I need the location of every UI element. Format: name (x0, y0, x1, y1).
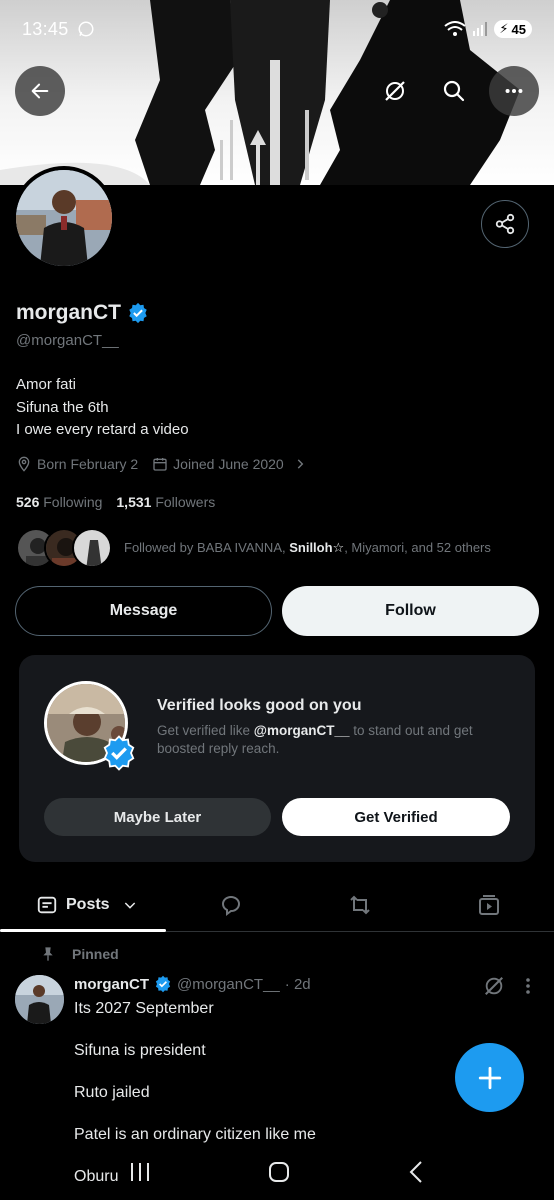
profile-tabs: Posts (0, 878, 554, 932)
tab-media[interactable] (474, 878, 504, 932)
post-timestamp: · 2d (284, 975, 311, 993)
promo-desc-prefix: Get verified like (157, 723, 254, 738)
bio-line: Sifuna the 6th (16, 398, 109, 416)
followed-by-row[interactable]: Followed by BABA IVANNA, Snilloh☆, Miyam… (16, 528, 491, 568)
followed-by-suffix: , Miyamori, and 52 others (344, 540, 491, 555)
more-vertical-icon (526, 978, 530, 994)
followers-count: 1,531 (116, 494, 152, 510)
promo-description: Get verified like @morganCT__ to stand o… (157, 722, 507, 758)
tab-posts-label: Posts (66, 896, 110, 913)
posts-icon (37, 896, 57, 914)
verified-badge-icon (155, 975, 171, 993)
profile-avatar[interactable] (12, 166, 116, 270)
search-button[interactable] (434, 71, 474, 111)
more-horizontal-icon (505, 88, 523, 94)
post-avatar[interactable] (15, 975, 64, 1024)
post-author-handle: @morganCT__ (177, 975, 280, 993)
following-link[interactable]: 526 Following (16, 494, 102, 510)
more-options-button[interactable] (489, 66, 539, 116)
bio-line: I owe every retard a video (16, 421, 189, 438)
repost-icon (350, 895, 370, 915)
plus-icon (478, 1066, 501, 1089)
compose-button[interactable] (455, 1043, 524, 1112)
battery-indicator: ⚡ 45 (494, 20, 532, 38)
profile-meta: Born February 2 Joined June 2020 (16, 456, 307, 472)
message-button[interactable]: Message (15, 586, 272, 636)
verified-badge-icon[interactable] (127, 302, 149, 324)
video-icon (479, 895, 499, 915)
follow-button[interactable]: Follow (282, 586, 539, 636)
post-author-name[interactable]: morganCT (74, 976, 149, 993)
back-button[interactable] (15, 66, 65, 116)
post-avatar-photo (15, 975, 64, 1024)
tab-active-indicator (0, 929, 166, 932)
joined-item[interactable]: Joined June 2020 (152, 456, 307, 472)
post-header: morganCT @morganCT__ · 2d (74, 975, 311, 993)
promo-desc-handle: @morganCT__ (253, 723, 350, 738)
status-time: 13:45 (22, 18, 69, 39)
following-count: 526 (16, 494, 40, 510)
home-icon[interactable] (267, 1160, 291, 1184)
post-line: Ruto jailed (74, 1084, 150, 1101)
birthday-text: Born February 2 (37, 456, 139, 472)
maybe-later-button[interactable]: Maybe Later (44, 798, 271, 836)
follower-avatar (72, 528, 112, 568)
profile-name-row: morganCT (16, 301, 149, 325)
profile-name: morganCT (16, 301, 121, 324)
calendar-icon (153, 458, 167, 471)
pin-icon (43, 947, 53, 961)
tab-posts[interactable]: Posts (36, 878, 138, 932)
grok-icon (385, 81, 405, 101)
bio-line: Amor fati (16, 376, 77, 393)
followed-by-text: Followed by BABA IVANNA, Snilloh☆, Miyam… (124, 540, 491, 556)
promo-title: Verified looks good on you (157, 697, 362, 714)
followers-label: Followers (155, 494, 216, 510)
avatar (16, 170, 112, 266)
whatsapp-icon (78, 21, 94, 37)
wifi-icon (444, 21, 467, 36)
followers-link[interactable]: 1,531 Followers (116, 494, 215, 510)
followed-by-bold: Snilloh☆ (289, 540, 345, 555)
location-pin-icon (18, 456, 30, 472)
battery-level: 45 (511, 21, 526, 37)
share-icon (495, 213, 515, 235)
pinned-text: Pinned (72, 946, 119, 962)
status-bar: 13:45 ⚡ 45 (0, 0, 554, 58)
profile-bio: Amor fati Sifuna the 6th I owe every ret… (16, 374, 189, 442)
signal-icon (473, 22, 488, 36)
get-verified-button[interactable]: Get Verified (282, 798, 510, 836)
follow-counts: 526 Following 1,531 Followers (16, 494, 215, 510)
chevron-down-icon (124, 902, 135, 909)
arrow-left-icon (31, 83, 49, 99)
back-nav-icon[interactable] (406, 1160, 426, 1184)
chevron-right-icon (297, 459, 304, 469)
tab-replies[interactable] (216, 878, 246, 932)
post-line: Its 2027 September (74, 1000, 214, 1017)
grok-icon (485, 977, 503, 995)
following-label: Following (43, 494, 103, 510)
tab-reposts[interactable] (345, 878, 375, 932)
followed-by-prefix: Followed by BABA IVANNA, (124, 540, 290, 555)
verified-promo-card: Verified looks good on you Get verified … (19, 655, 535, 862)
avatar-photo (16, 170, 112, 266)
profile-handle: @morganCT__ (16, 332, 119, 349)
post-more-button[interactable] (510, 966, 546, 1006)
post-grok-button[interactable] (474, 966, 514, 1006)
pinned-label: Pinned (40, 946, 119, 962)
birthday-item: Born February 2 (16, 456, 138, 472)
battery-bolt-icon: ⚡ (499, 21, 509, 36)
share-button[interactable] (481, 200, 529, 248)
recents-icon[interactable] (128, 1161, 152, 1183)
grok-button[interactable] (375, 71, 415, 111)
search-icon (443, 80, 465, 102)
reply-icon (221, 896, 240, 916)
verified-badge-icon (103, 735, 135, 771)
post-line: Sifuna is president (74, 1042, 206, 1059)
joined-text: Joined June 2020 (173, 456, 284, 472)
system-nav-bar (0, 1144, 554, 1200)
follower-avatar-photo (74, 530, 110, 566)
